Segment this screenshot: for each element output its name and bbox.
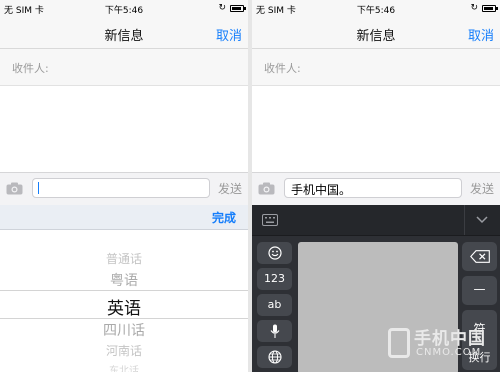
done-button[interactable]: 完成 — [212, 209, 236, 226]
left-screen: 无 SIM 卡 下午5:46 ↻ 新信息 取消 收件人: 发送 完成 普通话 粤… — [0, 0, 248, 372]
compose-bar: 手机中国。 发送 — [252, 172, 500, 206]
globe-icon — [267, 350, 282, 364]
voice-key[interactable] — [257, 320, 292, 342]
watermark: 手机中国 CNMO.COM — [380, 320, 498, 370]
candidate-bar-divider — [464, 205, 465, 235]
picker-option[interactable]: 河南话 — [0, 342, 248, 359]
rotation-lock-icon: ↻ — [470, 3, 478, 13]
rotation-lock-icon: ↻ — [218, 3, 226, 13]
picker-option[interactable]: 四川话 — [0, 320, 248, 340]
recipient-field[interactable]: 收件人: — [252, 49, 500, 86]
backspace-icon — [469, 250, 490, 263]
picker-option-selected[interactable]: 英语 — [0, 294, 248, 319]
message-text: 手机中国。 — [291, 183, 352, 197]
status-time: 下午5:46 — [104, 6, 144, 16]
page-title: 新信息 — [104, 29, 144, 44]
send-button[interactable]: 发送 — [218, 180, 242, 197]
page-title: 新信息 — [356, 29, 396, 44]
watermark-site: CNMO.COM — [416, 347, 482, 358]
watermark-brand: 手机中国 — [414, 329, 486, 349]
recipient-label: 收件人: — [264, 62, 301, 75]
status-bar: 无 SIM 卡 下午5:46 ↻ — [252, 0, 500, 18]
picker-option[interactable]: 粤语 — [0, 270, 248, 290]
text-caret — [38, 182, 39, 194]
compose-bar: 发送 — [0, 172, 248, 206]
picker-toolbar: 完成 — [0, 205, 248, 230]
numbers-key[interactable]: 123 — [257, 268, 292, 290]
status-time: 下午5:46 — [356, 6, 396, 16]
camera-icon[interactable] — [258, 182, 275, 195]
picker-option[interactable]: 普通话 — [0, 250, 248, 267]
nav-bar: 新信息 取消 — [0, 18, 248, 49]
battery-icon — [482, 5, 498, 12]
picker-selection-top-line — [0, 290, 248, 291]
cancel-button[interactable]: 取消 — [468, 25, 494, 44]
smiley-icon — [267, 246, 282, 260]
brand-logo-icon — [388, 328, 410, 358]
candidate-bar — [252, 205, 500, 236]
microphone-icon — [270, 324, 279, 338]
dash-key[interactable]: — — [462, 276, 497, 305]
emoji-key[interactable] — [257, 242, 292, 264]
picker-option[interactable]: 东北话 — [0, 362, 248, 372]
camera-icon[interactable] — [6, 182, 23, 195]
battery-icon — [230, 5, 246, 12]
cancel-button[interactable]: 取消 — [216, 25, 242, 44]
nav-bar: 新信息 取消 — [252, 18, 500, 49]
keyboard-icon[interactable] — [262, 214, 278, 226]
letters-key[interactable]: ab — [257, 294, 292, 316]
message-input[interactable] — [32, 178, 210, 198]
right-screen: 无 SIM 卡 下午5:46 ↻ 新信息 取消 收件人: 手机中国。 发送 12… — [252, 0, 500, 372]
send-button[interactable]: 发送 — [470, 180, 494, 197]
dialect-picker[interactable]: 普通话 粤语 英语 四川话 河南话 东北话 — [0, 230, 248, 372]
chevron-down-icon[interactable] — [476, 216, 488, 224]
message-input[interactable]: 手机中国。 — [284, 178, 462, 198]
recipient-field[interactable]: 收件人: — [0, 49, 248, 86]
delete-key[interactable] — [462, 242, 497, 271]
globe-key[interactable] — [257, 346, 292, 368]
status-bar: 无 SIM 卡 下午5:46 ↻ — [0, 0, 248, 18]
recipient-label: 收件人: — [12, 62, 49, 75]
